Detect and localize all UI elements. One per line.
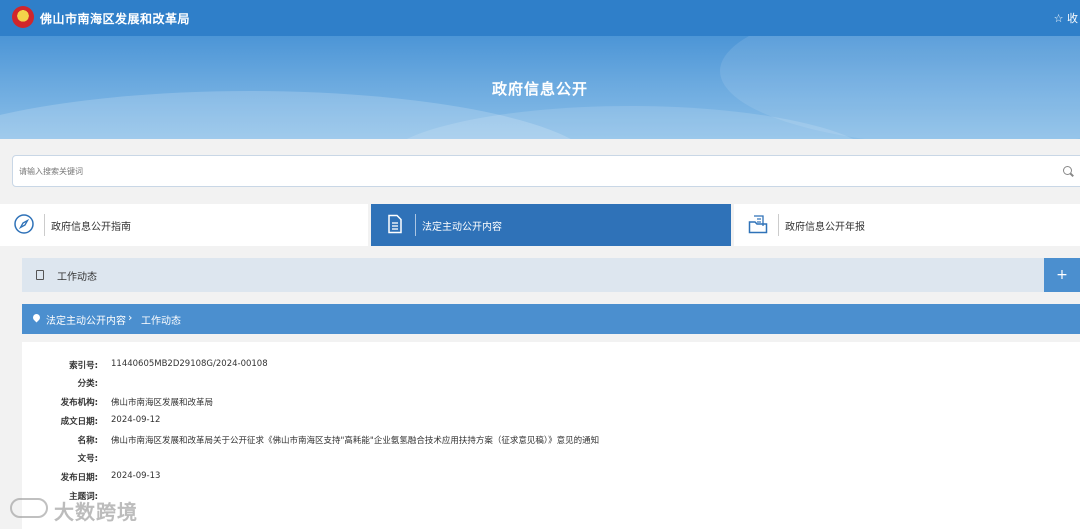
watermark-text: 大数跨境: [54, 500, 138, 524]
tab-divider: [778, 214, 779, 236]
national-emblem-icon: [12, 6, 34, 28]
expand-button[interactable]: +: [1044, 258, 1080, 292]
breadcrumb-separator: ›: [128, 311, 133, 324]
watermark: 大数跨境: [10, 494, 150, 524]
search-bar: [12, 155, 1080, 187]
info-row: 主题词:: [22, 487, 1080, 505]
breadcrumb-link-statutory-content[interactable]: 法定主动公开内容: [46, 312, 126, 327]
info-key: 成文日期:: [60, 417, 98, 427]
search-icon[interactable]: [1063, 166, 1072, 175]
info-value: 2024-09-13: [111, 471, 161, 481]
info-key: 文号:: [77, 454, 98, 464]
search-input[interactable]: [19, 162, 1019, 180]
breadcrumb-link-work-news[interactable]: 工作动态: [141, 312, 181, 327]
favorite-link[interactable]: ☆ 收: [1054, 10, 1078, 26]
info-row: 发布机构: 佛山市南海区发展和改革局: [22, 393, 1080, 411]
column-title: 工作动态: [57, 272, 97, 283]
info-key: 分类:: [77, 379, 98, 389]
site-title[interactable]: 佛山市南海区发展和改革局: [40, 10, 190, 27]
top-header-bar: 佛山市南海区发展和改革局 ☆ 收: [0, 0, 1080, 36]
info-key: 发布机构:: [60, 398, 98, 408]
breadcrumb: 法定主动公开内容 › 工作动态: [22, 304, 1080, 334]
document-icon: [36, 270, 44, 280]
tab-statutory-content[interactable]: 法定主动公开内容: [371, 204, 731, 246]
page-banner: 政府信息公开: [0, 36, 1080, 139]
info-row: 分类:: [22, 374, 1080, 392]
category-tabs: 政府信息公开指南 法定主动公开内容 政府信息公开年报: [0, 204, 1080, 246]
info-row: 成文日期: 2024-09-12: [22, 412, 1080, 430]
info-key: 名称:: [77, 436, 98, 446]
compass-icon: [14, 214, 34, 234]
tab-divider: [415, 214, 416, 236]
document-list-icon: [388, 214, 402, 234]
info-value: 2024-09-12: [111, 415, 161, 425]
info-row: 名称: 佛山市南海区发展和改革局关于公开征求《佛山市南海区支持"高耗能"企业氨氢…: [22, 431, 1080, 449]
info-key: 发布日期:: [60, 473, 98, 483]
info-value: 11440605MB2D29108G/2024-00108: [111, 359, 268, 369]
tab-disclosure-guide[interactable]: 政府信息公开指南: [0, 204, 368, 246]
tab-label: 政府信息公开年报: [785, 222, 865, 233]
info-row: 文号:: [22, 449, 1080, 467]
info-value: 佛山市南海区发展和改革局关于公开征求《佛山市南海区支持"高耗能"企业氨氢融合技术…: [111, 436, 600, 446]
location-pin-icon: [31, 312, 42, 323]
info-row: 发布日期: 2024-09-13: [22, 468, 1080, 486]
folder-report-icon: [748, 215, 768, 234]
tab-label: 政府信息公开指南: [51, 222, 131, 233]
info-value: 佛山市南海区发展和改革局: [111, 398, 214, 408]
tab-label: 法定主动公开内容: [422, 222, 502, 233]
tab-annual-report[interactable]: 政府信息公开年报: [734, 204, 1080, 246]
tab-divider: [44, 214, 45, 236]
watermark-logo-icon: [10, 498, 48, 518]
info-row: 索引号: 11440605MB2D29108G/2024-00108: [22, 356, 1080, 374]
document-info-panel: 索引号: 11440605MB2D29108G/2024-00108 分类: 发…: [22, 342, 1080, 529]
info-key: 索引号:: [69, 361, 98, 371]
column-header: 工作动态 +: [22, 258, 1080, 292]
banner-title: 政府信息公开: [491, 80, 588, 98]
